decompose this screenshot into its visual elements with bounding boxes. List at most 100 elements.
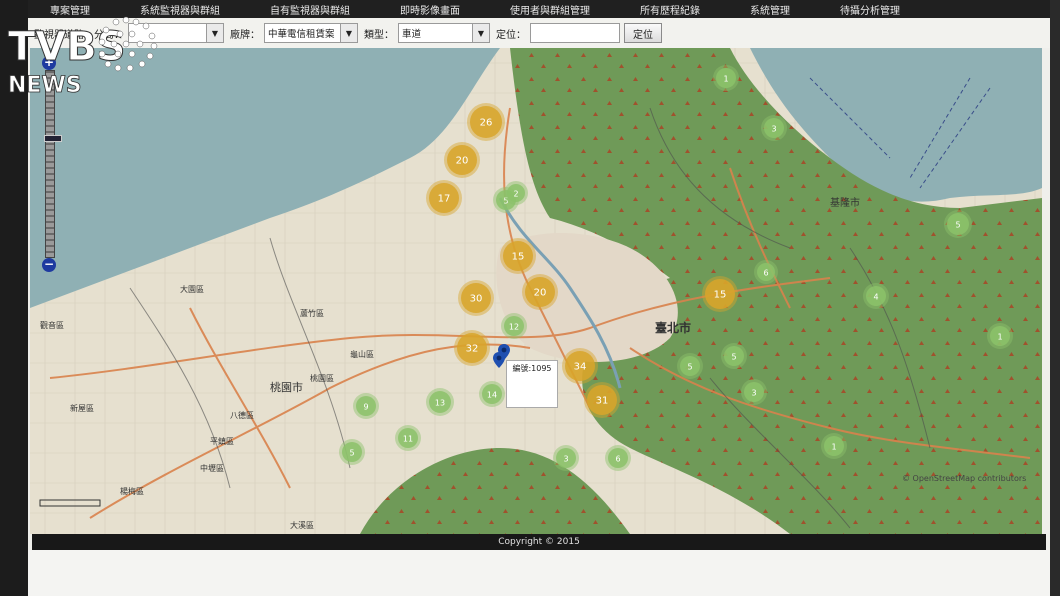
cluster-count: 13 — [435, 399, 445, 408]
cluster-marker[interactable]: 6 — [754, 260, 778, 284]
place-label: 平鎮區 — [210, 436, 234, 446]
cluster-marker[interactable]: 12 — [501, 313, 527, 339]
cluster-marker[interactable]: 5 — [721, 343, 747, 369]
menu-system-admin[interactable]: 系統管理 — [750, 2, 790, 17]
locate-button[interactable]: 定位 — [623, 23, 662, 43]
cluster-marker[interactable]: 20 — [522, 274, 558, 310]
cluster-marker[interactable]: 34 — [562, 348, 598, 384]
cluster-count: 11 — [403, 435, 413, 444]
monitor-bezel-right — [1050, 0, 1060, 596]
logo-text-bottom: NEWS — [8, 73, 82, 96]
place-label: 桃園區 — [310, 373, 334, 383]
place-label: 大溪區 — [290, 520, 314, 530]
cluster-marker[interactable]: 15 — [702, 276, 738, 312]
zoom-out-button[interactable]: − — [42, 258, 56, 272]
cluster-count: 9 — [363, 403, 368, 412]
menu-live-view[interactable]: 即時影像畫面 — [400, 2, 460, 17]
cluster-count: 1 — [997, 333, 1002, 342]
cluster-marker[interactable]: 6 — [605, 445, 631, 471]
cluster-count: 3 — [751, 389, 756, 398]
place-label: 楊梅區 — [120, 486, 144, 496]
footer-copyright: Copyright © 2015 — [32, 534, 1046, 550]
cluster-marker[interactable]: 5 — [339, 439, 365, 465]
cluster-count: 15 — [512, 252, 525, 263]
cluster-marker[interactable]: 17 — [426, 180, 462, 216]
place-label: 觀音區 — [40, 320, 64, 330]
cluster-count: 20 — [534, 288, 547, 299]
cluster-marker[interactable]: 3 — [761, 115, 787, 141]
cluster-marker[interactable]: 11 — [395, 425, 421, 451]
cluster-count: 17 — [438, 194, 451, 205]
plate-label: 廠牌： — [229, 29, 260, 41]
place-label: 新屋區 — [70, 403, 94, 413]
cluster-count: 32 — [466, 344, 479, 355]
cluster-marker[interactable]: 13 — [426, 388, 454, 416]
menu-analysis[interactable]: 待攝分析管理 — [840, 2, 900, 17]
map-marker-icon[interactable] — [493, 352, 505, 368]
zoom-slider-handle[interactable] — [44, 135, 62, 142]
cluster-marker[interactable]: 5 — [944, 210, 972, 238]
map-attribution[interactable]: © OpenStreetMap contributors — [902, 474, 1026, 483]
cluster-marker[interactable]: 26 — [467, 103, 505, 141]
filter-bar: 監視器道路 - 分局： ▼ 廠牌： 中華電信租賃案 ▼ 類型： 車道 ▼ 定位：… — [28, 18, 1050, 48]
tvbs-news-logo: TVBS NEWS — [8, 16, 158, 96]
cluster-marker[interactable]: 2 — [504, 181, 528, 205]
screen: 專案管理 系統監視器與群組 自有監視器與群組 即時影像畫面 使用者與群組管理 所… — [28, 0, 1050, 596]
cluster-marker[interactable]: 9 — [353, 393, 379, 419]
cluster-marker[interactable]: 14 — [479, 381, 505, 407]
cluster-count: 20 — [456, 156, 469, 167]
map-view[interactable]: 26 20 17 15 30 20 32 34 31 15 1 5 12 13 14 9 11 5 3 6 5 5 3 1 5 4… — [30, 48, 1042, 534]
place-label: 龜山區 — [350, 349, 374, 359]
cluster-marker[interactable]: 31 — [584, 382, 620, 418]
cluster-count: 3 — [771, 125, 776, 134]
cluster-marker[interactable]: 15 — [500, 238, 536, 274]
place-label: 大園區 — [180, 284, 204, 294]
menu-bar: 專案管理 系統監視器與群組 自有監視器與群組 即時影像畫面 使用者與群組管理 所… — [28, 0, 1050, 18]
chevron-down-icon: ▼ — [339, 24, 357, 42]
place-label: 臺北市 — [655, 320, 691, 335]
cluster-marker[interactable]: 5 — [677, 353, 703, 379]
cluster-marker[interactable]: 30 — [458, 280, 494, 316]
cluster-marker[interactable]: 3 — [553, 445, 579, 471]
menu-own-cameras[interactable]: 自有監視器與群組 — [270, 2, 350, 17]
cluster-marker[interactable]: 20 — [444, 142, 480, 178]
cluster-count: 2 — [513, 190, 518, 199]
chevron-down-icon: ▼ — [205, 24, 223, 42]
cluster-marker[interactable]: 1 — [713, 65, 739, 91]
cluster-marker[interactable]: 32 — [454, 330, 490, 366]
cluster-count: 1 — [831, 443, 836, 452]
place-label: 蘆竹區 — [300, 308, 324, 318]
cluster-marker[interactable]: 4 — [863, 283, 889, 309]
menu-user-management[interactable]: 使用者與群組管理 — [510, 2, 590, 17]
cluster-count: 5 — [955, 221, 960, 230]
cluster-count: 4 — [873, 293, 878, 302]
plate-select[interactable]: 中華電信租賃案 ▼ — [263, 23, 358, 43]
type-select-value: 車道 — [401, 29, 421, 40]
type-label: 類型： — [363, 29, 394, 41]
cluster-count: 6 — [615, 455, 620, 464]
place-label: 基隆市 — [830, 196, 860, 209]
menu-history[interactable]: 所有歷程紀錄 — [640, 2, 700, 17]
page-bottom — [28, 550, 1050, 596]
cluster-marker[interactable]: 1 — [987, 323, 1013, 349]
locate-input[interactable] — [529, 23, 620, 43]
cluster-count: 5 — [731, 353, 736, 362]
cluster-marker[interactable]: 1 — [821, 433, 847, 459]
cluster-count: 1 — [723, 75, 728, 84]
marker-tooltip: 編號:1095 — [506, 360, 558, 408]
place-label: 中壢區 — [200, 463, 224, 473]
cluster-count: 30 — [470, 294, 483, 305]
plate-select-value: 中華電信租賃案 — [267, 29, 335, 40]
type-select[interactable]: 車道 ▼ — [397, 23, 490, 43]
cluster-marker[interactable]: 3 — [741, 379, 767, 405]
map-canvas[interactable]: 262017153020323431151512131491153 6553154… — [30, 48, 1042, 534]
place-label: 桃園市 — [270, 380, 303, 394]
cluster-count: 6 — [763, 269, 768, 278]
cluster-count: 14 — [487, 391, 497, 400]
cluster-count: 31 — [596, 396, 609, 407]
cluster-count: 12 — [509, 323, 519, 332]
cluster-count: 34 — [574, 362, 587, 373]
zoom-slider[interactable] — [44, 70, 62, 258]
chevron-down-icon: ▼ — [471, 24, 489, 42]
cluster-count: 5 — [349, 449, 354, 458]
